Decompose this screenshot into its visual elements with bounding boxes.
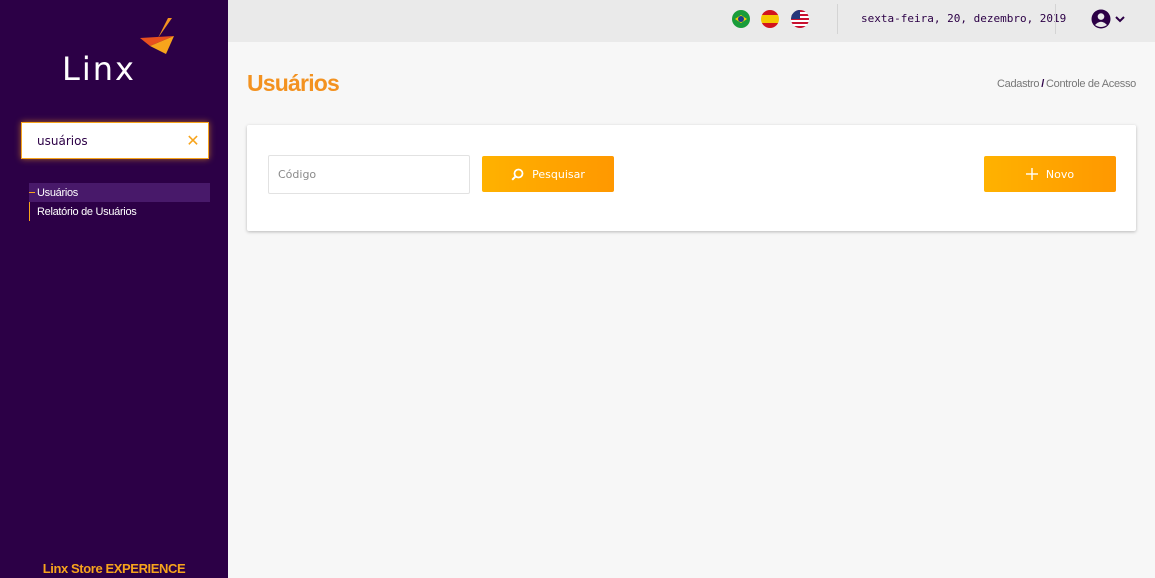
divider: [1055, 4, 1056, 34]
breadcrumb: Cadastro / Controle de Acesso: [997, 78, 1136, 90]
page-title: Usuários: [247, 70, 340, 96]
spain-flag-icon[interactable]: [761, 10, 779, 28]
sidebar: Linx usuários ✕ Usuários Relatório de Us…: [0, 0, 228, 578]
sidebar-item-label: Usuários: [37, 186, 79, 199]
sidebar-item-usuarios[interactable]: Usuários: [29, 183, 210, 202]
brazil-flag-icon[interactable]: [732, 10, 750, 28]
menu-search-box[interactable]: usuários ✕: [21, 122, 209, 159]
top-bar: sexta-feira, 20, dezembro, 2019: [228, 0, 1155, 42]
chevron-down-icon: [1115, 16, 1125, 23]
search-button-label: Pesquisar: [532, 167, 585, 181]
sidebar-menu: Usuários Relatório de Usuários: [29, 183, 210, 221]
sidebar-item-relatorio-usuarios[interactable]: Relatório de Usuários: [29, 202, 210, 221]
breadcrumb-separator: /: [1041, 78, 1044, 90]
user-menu-button[interactable]: [1091, 8, 1131, 30]
filter-card: Pesquisar Novo: [247, 125, 1136, 231]
search-icon: [511, 168, 524, 181]
menu-tick: [29, 192, 35, 193]
logo-text: Linx: [62, 50, 136, 88]
search-button[interactable]: Pesquisar: [482, 156, 614, 192]
sidebar-footer: Linx Store EXPERIENCE: [42, 561, 186, 576]
breadcrumb-current: Controle de Acesso: [1046, 78, 1136, 90]
new-button-label: Novo: [1045, 167, 1075, 181]
divider: [837, 4, 838, 34]
sidebar-item-label: Relatório de Usuários: [37, 205, 137, 218]
plus-icon: [1025, 168, 1038, 180]
breadcrumb-section[interactable]: Cadastro: [997, 78, 1040, 90]
linx-logo[interactable]: Linx: [58, 16, 178, 88]
logo-mark-icon: [140, 18, 174, 54]
new-button[interactable]: Novo: [984, 156, 1116, 192]
code-input[interactable]: [268, 155, 470, 194]
menu-search-input[interactable]: usuários: [37, 134, 178, 148]
close-icon[interactable]: ✕: [178, 123, 208, 158]
current-date: sexta-feira, 20, dezembro, 2019: [861, 12, 1067, 25]
user-icon: [1091, 9, 1111, 29]
usa-flag-icon[interactable]: [791, 10, 809, 28]
